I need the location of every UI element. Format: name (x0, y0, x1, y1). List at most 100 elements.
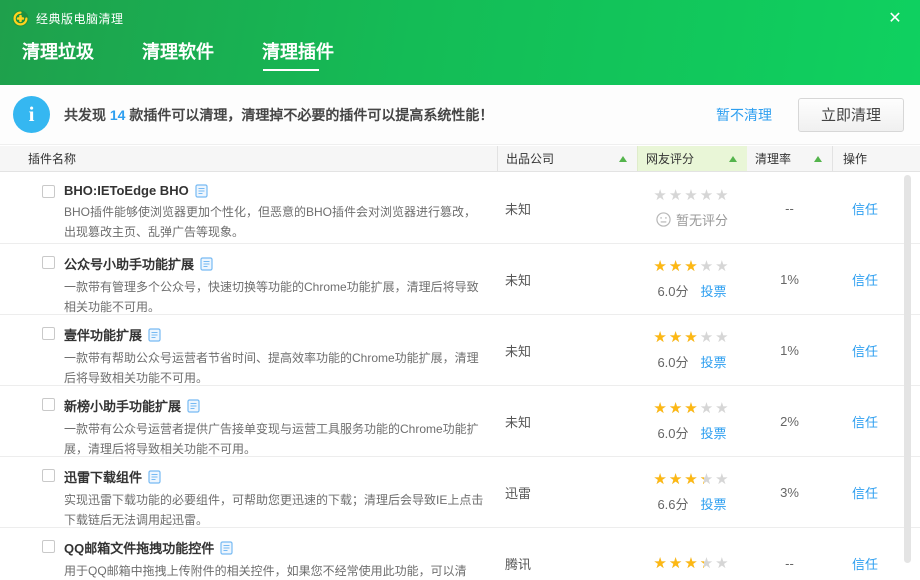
row-checkbox[interactable] (42, 185, 55, 198)
rating-cell: ★★★★★ ★★★★★ 6.0分 投票 (637, 244, 747, 314)
vote-link[interactable]: 投票 (701, 352, 727, 371)
plugin-description: 实现迅雷下载功能的必要组件，可帮助您更迅速的下载；清理后会导致IE上点击下载链后… (64, 490, 487, 530)
rating-cell: ★★★★★ ★★★★★ (637, 528, 747, 580)
trust-link[interactable]: 信任 (852, 341, 878, 360)
trust-link[interactable]: 信任 (852, 199, 878, 218)
note-icon[interactable] (148, 470, 161, 484)
note-icon[interactable] (195, 184, 208, 198)
row-checkbox[interactable] (42, 256, 55, 269)
star-rating: ★★★★★ ★★★★★ (653, 330, 730, 345)
table-row: 新榜小助手功能扩展 一款带有公众号运营者提供广告接单变现与运营工具服务 (0, 386, 920, 457)
app-logo-icon (12, 10, 29, 27)
column-header-plugin-name: 插件名称 (0, 146, 497, 171)
plugin-info: BHO:IEToEdge BHO BHO插件能够使浏览器更加个性化，但 (64, 183, 487, 243)
stars-filled: ★★★★★ (653, 330, 699, 345)
plugin-description: 一款带有公众号运营者提供广告接单变现与运营工具服务功能的Chrome功能扩展，清… (64, 419, 487, 459)
row-checkbox[interactable] (42, 469, 55, 482)
vote-link[interactable]: 投票 (701, 281, 727, 300)
score-line: 6.6分 投票 (657, 494, 726, 513)
close-icon[interactable]: ✕ (884, 8, 906, 30)
clean-rate-cell: 3% (747, 457, 832, 527)
plugin-name: 壹伴功能扩展 (64, 325, 142, 344)
row-checkbox[interactable] (42, 398, 55, 411)
plugin-description: 一款带有帮助公众号运营者节省时间、提高效率功能的Chrome功能扩展，清理后将导… (64, 348, 487, 388)
table-row: 公众号小助手功能扩展 一款带有管理多个公众号，快速切换等功能的Chro (0, 244, 920, 315)
tab-clean-software[interactable]: 清理软件 (142, 38, 214, 74)
titlebar: 经典版电脑清理 (0, 0, 920, 30)
publisher-cell: 未知 (497, 173, 637, 243)
clean-rate-cell: -- (747, 528, 832, 580)
score-value: 6.0分 (657, 281, 688, 300)
rating-cell: ★★★★★ ★★★★★ 6.0分 投票 (637, 315, 747, 385)
sort-up-icon (814, 156, 822, 162)
plugin-cell: 迅雷下载组件 实现迅雷下载功能的必要组件，可帮助您更迅速的下载；清理后 (0, 457, 497, 527)
sort-up-icon (619, 156, 627, 162)
row-checkbox[interactable] (42, 540, 55, 553)
clean-rate-cell: 1% (747, 315, 832, 385)
plugin-info: 公众号小助手功能扩展 一款带有管理多个公众号，快速切换等功能的Chro (64, 254, 487, 314)
plugin-cell: QQ邮箱文件拖拽功能控件 用于QQ邮箱中拖拽上传附件的相关控件，如果您 (0, 528, 497, 580)
note-icon[interactable] (187, 399, 200, 413)
stars-filled: ★★★★★ (653, 472, 704, 487)
rating-cell: ★★★★★ ★★★★★ 暂无评分 (637, 173, 747, 243)
info-text-before: 共发现 (64, 107, 110, 123)
stars-filled: ★★★★★ (653, 259, 699, 274)
plugin-info: 迅雷下载组件 实现迅雷下载功能的必要组件，可帮助您更迅速的下载；清理后 (64, 467, 487, 527)
column-label: 操作 (843, 150, 867, 167)
app-window: 经典版电脑清理 ✕ 清理垃圾 清理软件 清理插件 i 共发现 14 款插件可以清… (0, 0, 920, 580)
column-header-clean-rate[interactable]: 清理率 (747, 146, 832, 171)
score-line: 6.0分 投票 (657, 423, 726, 442)
note-icon[interactable] (220, 541, 233, 555)
star-rating: ★★★★★ ★★★★★ (653, 259, 730, 274)
trust-link[interactable]: 信任 (852, 270, 878, 289)
plugin-list: BHO:IEToEdge BHO BHO插件能够使浏览器更加个性化，但 (0, 173, 920, 580)
note-icon[interactable] (200, 257, 213, 271)
vote-link[interactable]: 投票 (701, 423, 727, 442)
nav-tabs: 清理垃圾 清理软件 清理插件 (22, 38, 382, 74)
star-rating: ★★★★★ ★★★★★ (653, 556, 730, 571)
table-row: QQ邮箱文件拖拽功能控件 用于QQ邮箱中拖拽上传附件的相关控件，如果您 (0, 528, 920, 580)
skip-clean-link[interactable]: 暂不清理 (716, 105, 772, 125)
column-header-rating[interactable]: 网友评分 (637, 146, 747, 171)
star-rating: ★★★★★ ★★★★★ (653, 188, 730, 203)
clean-now-button[interactable]: 立即清理 (798, 98, 904, 132)
score-value: 6.6分 (657, 494, 688, 513)
column-label: 出品公司 (506, 150, 554, 167)
tab-clean-plugins[interactable]: 清理插件 (262, 38, 334, 74)
clean-rate-cell: 1% (747, 244, 832, 314)
table-row: BHO:IEToEdge BHO BHO插件能够使浏览器更加个性化，但 (0, 173, 920, 244)
plugin-description: BHO插件能够使浏览器更加个性化，但恶意的BHO插件会对浏览器进行篡改，出现篡改… (64, 202, 487, 242)
star-rating: ★★★★★ ★★★★★ (653, 472, 730, 487)
column-label: 清理率 (755, 150, 791, 167)
publisher-cell: 未知 (497, 386, 637, 456)
table-header: 插件名称 出品公司 网友评分 清理率 操作 (0, 146, 920, 172)
score-line: 6.0分 投票 (657, 352, 726, 371)
tab-clean-junk[interactable]: 清理垃圾 (22, 38, 94, 74)
plugin-name: QQ邮箱文件拖拽功能控件 (64, 538, 214, 557)
trust-link[interactable]: 信任 (852, 554, 878, 573)
trust-link[interactable]: 信任 (852, 412, 878, 431)
scrollbar-thumb[interactable] (904, 175, 911, 563)
sort-up-icon (729, 156, 737, 162)
rating-cell: ★★★★★ ★★★★★ 6.0分 投票 (637, 386, 747, 456)
score-value: 6.0分 (657, 352, 688, 371)
trust-link[interactable]: 信任 (852, 483, 878, 502)
star-rating: ★★★★★ ★★★★★ (653, 401, 730, 416)
neutral-face-icon (656, 212, 671, 227)
score-line: 6.0分 投票 (657, 281, 726, 300)
note-icon[interactable] (148, 328, 161, 342)
rating-cell: ★★★★★ ★★★★★ 6.6分 投票 (637, 457, 747, 527)
clean-rate-cell: -- (747, 173, 832, 243)
plugin-cell: BHO:IEToEdge BHO BHO插件能够使浏览器更加个性化，但 (0, 173, 497, 243)
plugin-description: 一款带有管理多个公众号，快速切换等功能的Chrome功能扩展，清理后将导致相关功… (64, 277, 487, 317)
plugin-cell: 新榜小助手功能扩展 一款带有公众号运营者提供广告接单变现与运营工具服务 (0, 386, 497, 456)
info-text-after: 款插件可以清理，清理掉不必要的插件可以提高系统性能！ (125, 107, 493, 123)
publisher-cell: 未知 (497, 244, 637, 314)
publisher-cell: 迅雷 (497, 457, 637, 527)
plugin-name: 公众号小助手功能扩展 (64, 254, 194, 273)
plugin-name: BHO:IEToEdge BHO (64, 183, 189, 198)
row-checkbox[interactable] (42, 327, 55, 340)
vote-link[interactable]: 投票 (701, 494, 727, 513)
column-header-publisher[interactable]: 出品公司 (497, 146, 637, 171)
score-value: 6.0分 (657, 423, 688, 442)
